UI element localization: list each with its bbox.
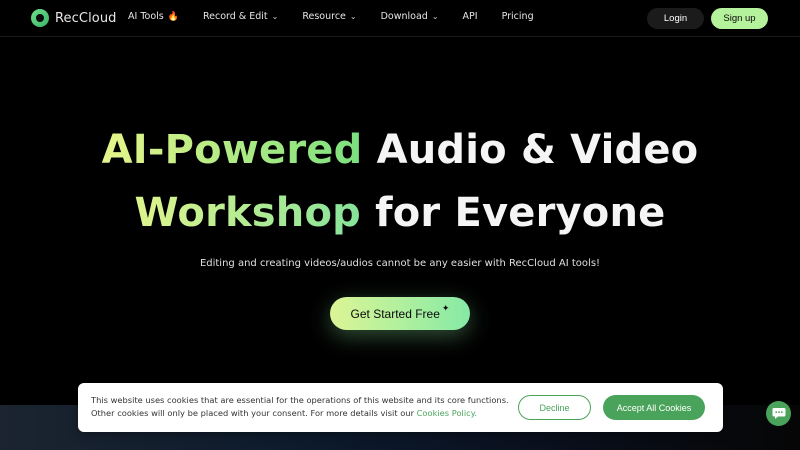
nav-item-resource[interactable]: Resource ⌄ [302,11,356,22]
get-started-button[interactable]: Get Started Free ✦ [330,297,470,330]
login-button[interactable]: Login [647,8,704,29]
nav-item-api[interactable]: API [463,11,478,22]
nav-item-download[interactable]: Download ⌄ [381,11,439,22]
accept-all-cookies-button[interactable]: Accept All Cookies [603,395,705,420]
nav-item-label: Pricing [501,11,534,22]
chevron-down-icon: ⌄ [349,12,357,21]
nav-item-label: AI Tools [128,11,164,22]
main-menu: AI Tools 🔥 Record & Edit ⌄ Resource ⌄ Do… [128,11,534,22]
nav-item-label: Download [380,11,428,22]
brand-name: RecCloud [55,10,117,26]
hero-title-text: for Everyone [361,190,666,236]
nav-item-label: Record & Edit [202,11,268,22]
get-started-label: Get Started Free [350,306,440,321]
hero-title-highlight: Workshop [134,190,362,236]
cookie-notice: This website uses cookies that are essen… [91,394,511,420]
reccloud-logo-icon [31,9,49,27]
chevron-down-icon: ⌄ [271,12,279,21]
nav-item-pricing[interactable]: Pricing [502,11,534,22]
hero-title-text: Audio & Video [362,127,699,173]
chat-bubble-icon [772,408,785,419]
chevron-down-icon: ⌄ [431,12,439,21]
nav-item-ai-tools[interactable]: AI Tools 🔥 [128,11,179,22]
cookie-banner: This website uses cookies that are essen… [78,383,723,432]
hero-title-line-1: AI-Powered Audio & Video [0,130,800,170]
top-nav: RecCloud AI Tools 🔥 Record & Edit ⌄ Reso… [0,0,800,37]
hero-subtitle: Editing and creating videos/audios canno… [199,258,601,269]
nav-item-label: API [462,11,478,22]
signup-button[interactable]: Sign up [711,8,768,29]
fire-icon: 🔥 [167,11,179,22]
chat-widget-button[interactable] [766,401,791,426]
decline-button[interactable]: Decline [518,395,591,420]
nav-item-label: Resource [302,11,346,22]
hero-title-line-2: Workshop for Everyone [0,193,800,233]
cookies-policy-link[interactable]: Cookies Policy. [417,408,477,418]
nav-item-record-edit[interactable]: Record & Edit ⌄ [203,11,278,22]
hero-title-highlight: AI-Powered [101,127,363,173]
brand-logo[interactable]: RecCloud [31,9,117,27]
sparkle-icon: ✦ [441,303,450,313]
